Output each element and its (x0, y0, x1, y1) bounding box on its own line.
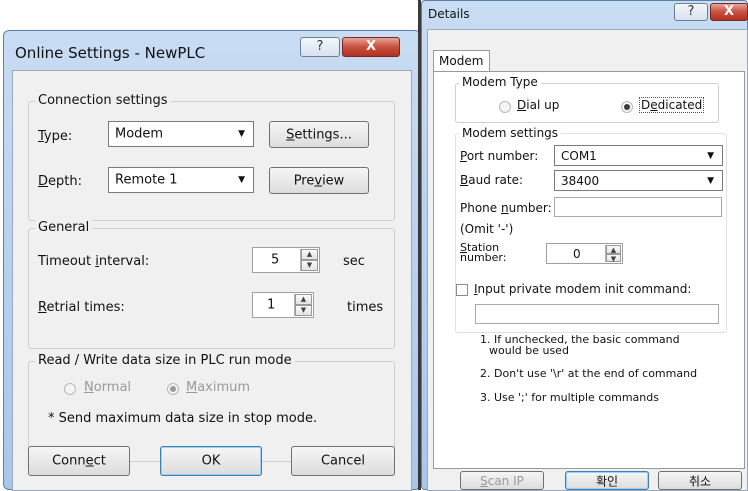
note-1: 1. If unchecked, the basic command would… (480, 334, 680, 356)
timeout-spin-buttons[interactable]: ▲ ▼ (300, 249, 318, 271)
rw-size-label: Read / Write data size in PLC run mode (35, 353, 295, 368)
station-stepper[interactable]: 0 ▲ ▼ (546, 243, 623, 264)
details-cancel-button[interactable]: 취소 (658, 471, 742, 490)
confirm-button-label: 확인 (595, 474, 619, 488)
close-icon: X (365, 39, 377, 54)
settings-button[interactable]: Settings... (269, 121, 369, 148)
help-button[interactable]: ? (300, 37, 340, 57)
note-1-line2: would be used (489, 344, 569, 357)
depth-label: Depth: (38, 174, 82, 189)
normal-label: Normal (84, 380, 132, 395)
note-3: 3. Use ';' for multiple commands (480, 391, 659, 404)
timeout-label: Timeout interval: (38, 254, 150, 269)
connect-button-label: Connect (52, 453, 106, 469)
port-label: Port number: (460, 149, 539, 163)
tab-modem[interactable]: Modem (433, 50, 490, 72)
help-icon: ? (316, 39, 324, 54)
settings-button-label: Settings... (286, 127, 352, 142)
omit-note: (Omit '-') (460, 222, 514, 236)
timeout-unit: sec (343, 254, 365, 269)
details-window: Details ? X Modem Modem Type Dial up Ded… (421, 0, 748, 491)
preview-button[interactable]: Preview (269, 167, 369, 194)
chevron-down-icon: ▼ (238, 129, 245, 139)
maximum-label: Maximum (186, 380, 251, 395)
baud-select[interactable]: 38400 ▼ (554, 170, 723, 191)
timeout-stepper[interactable]: 5 ▲ ▼ (252, 247, 320, 273)
timeout-value: 5 (271, 252, 280, 268)
private-command-checkbox[interactable] (456, 284, 468, 296)
maximum-radio[interactable] (167, 383, 179, 395)
chevron-down-icon: ▼ (707, 175, 714, 186)
spin-down-icon[interactable]: ▼ (606, 253, 621, 262)
help-icon: ? (687, 4, 695, 19)
station-spin-buttons[interactable]: ▲ ▼ (605, 245, 621, 262)
close-icon: X (723, 4, 735, 19)
help-button[interactable]: ? (674, 3, 708, 21)
dialup-label: Dial up (517, 98, 560, 112)
station-value: 0 (573, 246, 581, 261)
private-command-label: Input private modem init command: (474, 282, 692, 296)
cancel-button-label: Cancel (320, 453, 366, 469)
scan-ip-button-label: Scan IP (480, 473, 524, 488)
close-button[interactable]: X (342, 37, 400, 57)
modem-settings-label: Modem settings (459, 126, 562, 140)
normal-radio[interactable] (64, 383, 76, 395)
close-button[interactable]: X (710, 3, 748, 21)
general-label: General (35, 220, 93, 235)
tab-modem-label: Modem (439, 54, 484, 68)
phone-number-field[interactable] (554, 197, 722, 217)
type-label: Type: (38, 129, 73, 144)
online-settings-title: Online Settings - NewPLC (15, 44, 206, 62)
retrial-stepper[interactable]: 1 ▲ ▼ (252, 292, 314, 318)
port-select[interactable]: COM1 ▼ (554, 145, 723, 166)
type-value: Modem (115, 126, 164, 142)
details-cancel-button-label: 취소 (688, 474, 712, 488)
preview-button-label: Preview (293, 173, 345, 188)
details-client: Modem Modem Type Dial up Dedicated Modem… (427, 29, 748, 491)
type-select[interactable]: Modem ▼ (108, 121, 254, 147)
connection-settings-group (28, 101, 395, 221)
retrial-spin-buttons[interactable]: ▲ ▼ (294, 294, 312, 316)
cancel-button[interactable]: Cancel (291, 446, 395, 476)
station-label: Station number: (460, 242, 507, 264)
ok-button[interactable]: OK (160, 446, 262, 476)
scan-ip-button[interactable]: Scan IP (460, 471, 544, 490)
connect-button[interactable]: Connect (28, 446, 130, 476)
spin-up-icon[interactable]: ▲ (295, 294, 312, 305)
confirm-button[interactable]: 확인 (565, 471, 649, 490)
chevron-down-icon: ▼ (707, 150, 714, 161)
retrial-value: 1 (267, 297, 276, 313)
station-label-line2: number: (460, 251, 507, 264)
connection-settings-label: Connection settings (35, 93, 171, 108)
dedicated-label: Dedicated (639, 97, 705, 113)
general-group (28, 228, 395, 349)
spin-down-icon[interactable]: ▼ (301, 260, 318, 271)
ok-button-label: OK (201, 453, 221, 469)
online-settings-window: Online Settings - NewPLC ? X Connection … (3, 30, 421, 491)
stop-mode-note: * Send maximum data size in stop mode. (48, 411, 318, 426)
online-settings-client: Connection settings Type: Modem ▼ Settin… (12, 70, 412, 491)
chevron-down-icon: ▼ (238, 175, 245, 185)
dialup-radio[interactable] (499, 101, 511, 113)
dedicated-radio[interactable] (621, 101, 633, 113)
depth-value: Remote 1 (115, 172, 178, 188)
tab-panel: Modem Type Dial up Dedicated Modem setti… (433, 71, 745, 469)
details-title: Details (428, 7, 470, 21)
port-value: COM1 (561, 148, 597, 163)
depth-select[interactable]: Remote 1 ▼ (108, 167, 254, 193)
spin-up-icon[interactable]: ▲ (606, 245, 621, 254)
retrial-unit: times (347, 300, 384, 315)
baud-value: 38400 (561, 173, 600, 188)
modem-type-label: Modem Type (459, 75, 541, 89)
spin-up-icon[interactable]: ▲ (301, 249, 318, 260)
phone-label: Phone number: (460, 201, 552, 215)
retrial-label: Retrial times: (38, 300, 125, 315)
note-2: 2. Don't use '\r' at the end of command (480, 367, 698, 380)
private-command-field[interactable] (475, 304, 719, 324)
spin-down-icon[interactable]: ▼ (295, 305, 312, 316)
baud-label: Baud rate: (460, 173, 524, 187)
